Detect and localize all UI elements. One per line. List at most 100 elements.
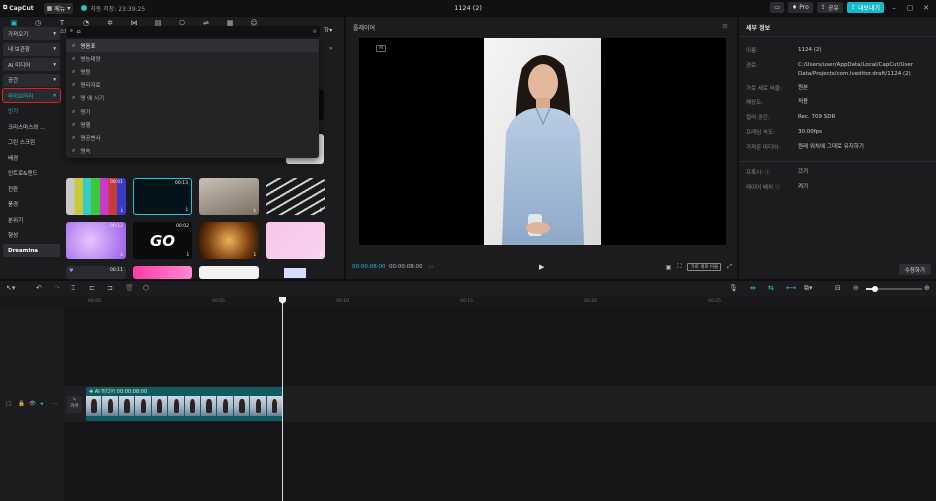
- side-nav-item[interactable]: Dreamina: [3, 244, 60, 257]
- zoom-slider[interactable]: [866, 286, 922, 292]
- redo-icon[interactable]: ↷: [54, 284, 60, 292]
- thumbnail-6[interactable]: 00:02 GO ⤓: [133, 222, 192, 259]
- maximize-icon[interactable]: ▢: [904, 4, 916, 12]
- layout-button[interactable]: ▭: [770, 2, 784, 13]
- download-icon[interactable]: ⤓: [186, 206, 188, 212]
- suggestion-item[interactable]: ⌕ 명 애 시기: [66, 92, 319, 105]
- zoom-in-icon[interactable]: ⊕: [924, 284, 930, 292]
- zoom-slider-handle[interactable]: [872, 286, 878, 292]
- side-nav-item[interactable]: 형성: [3, 229, 60, 242]
- undo-icon[interactable]: ↶: [36, 284, 42, 292]
- search-icon: ⌕: [72, 120, 76, 128]
- menu-button[interactable]: ▦ 메뉴 ▾: [43, 2, 74, 14]
- fit-timeline-icon[interactable]: ⊟: [835, 284, 841, 292]
- link-main-track-icon[interactable]: ⇹: [750, 284, 756, 292]
- side-nav-item[interactable]: 크리스마스와 ...: [3, 120, 60, 133]
- download-icon[interactable]: ⤓: [121, 251, 123, 257]
- marker-icon[interactable]: ⬡: [143, 284, 149, 292]
- linkage-icon[interactable]: ⟷: [786, 284, 796, 292]
- pro-button[interactable]: ♦ Pro: [787, 2, 813, 13]
- thumbnail-4[interactable]: ⤓: [266, 178, 325, 215]
- preview-axis-icon[interactable]: ⧉▾: [804, 284, 813, 293]
- thumbnail-5[interactable]: 00:12 ⤓: [66, 222, 126, 259]
- thumbnail-8[interactable]: ⤓: [266, 222, 325, 259]
- more-icon[interactable]: ⋯: [52, 401, 58, 407]
- edit-button[interactable]: 수정하기: [898, 264, 931, 275]
- side-nav-item[interactable]: 내 보관함 ▾: [3, 42, 60, 56]
- suggestion-item[interactable]: ⌕ 명공변사: [66, 131, 319, 144]
- suggestion-item[interactable]: ⌕ 명속: [66, 145, 319, 158]
- thumbnail-10[interactable]: [133, 266, 192, 279]
- delete-icon[interactable]: 🗑: [125, 284, 134, 292]
- thumbnail-3[interactable]: ⤓: [199, 178, 259, 215]
- download-icon[interactable]: ⤓: [254, 251, 256, 257]
- download-icon[interactable]: ⤓: [320, 207, 322, 213]
- zoom-out-icon[interactable]: ⊖: [853, 284, 859, 292]
- side-nav-item[interactable]: 그린 스크린: [3, 136, 60, 149]
- minimize-icon[interactable]: –: [888, 4, 900, 12]
- play-button[interactable]: ▶: [539, 263, 544, 271]
- detail-value[interactable]: 끄기: [798, 168, 918, 177]
- fullscreen-icon[interactable]: ⤢: [727, 263, 732, 271]
- playhead[interactable]: [282, 297, 283, 501]
- side-nav-item[interactable]: 전환: [3, 182, 60, 195]
- aspect-ratio-button[interactable]: 가로 세로 비율: [687, 263, 722, 271]
- close-icon[interactable]: ✕: [920, 4, 932, 12]
- download-icon[interactable]: ⤓: [320, 251, 322, 257]
- side-nav-item[interactable]: 분위기: [3, 213, 60, 226]
- player-menu-icon[interactable]: ≡: [722, 22, 728, 30]
- suggestion-item[interactable]: ⌕ 명원: [66, 65, 319, 78]
- detail-value: 1124 (2): [798, 47, 822, 53]
- split-left-icon[interactable]: ⊏: [89, 284, 95, 292]
- thumbnail-2[interactable]: 00:13 ⤓: [133, 178, 192, 215]
- suggestion-item[interactable]: ⌕ 명행: [66, 118, 319, 131]
- visibility-icon[interactable]: 👁: [29, 401, 36, 407]
- export-button[interactable]: ⇧ 내보내기: [846, 2, 884, 13]
- video-canvas[interactable]: AI: [359, 38, 726, 245]
- search-input[interactable]: ⌕ ㅁ ⊗: [66, 26, 320, 37]
- mic-icon[interactable]: 🎙: [729, 284, 738, 292]
- cover-button[interactable]: ✎ 커버: [67, 396, 82, 413]
- timeline-ruler[interactable]: 00:00 00:05 00:10 00:15 00:20 00:25: [0, 297, 936, 307]
- thumbnail-1[interactable]: 00:01 ⤓: [66, 178, 126, 215]
- clear-search-icon[interactable]: ⊗: [312, 29, 317, 35]
- expand-icon[interactable]: »: [329, 45, 333, 52]
- side-nav-item[interactable]: 인기: [3, 105, 60, 118]
- download-icon[interactable]: ⤓: [121, 207, 123, 213]
- thumbnail-7[interactable]: ⤓: [199, 222, 259, 259]
- suggestion-item[interactable]: ⌕ 명리자료: [66, 79, 319, 92]
- detail-path: 경로: C:/Users/user/AppData/Local/CapCut/Us…: [746, 61, 918, 79]
- detail-value[interactable]: 켜기: [798, 183, 918, 192]
- audio-icon[interactable]: ◂: [40, 401, 43, 407]
- split-icon[interactable]: ⌶: [71, 284, 75, 293]
- download-icon[interactable]: ⤓: [187, 251, 189, 257]
- side-nav-item[interactable]: 배경: [3, 151, 60, 164]
- suggestion-item[interactable]: ⌕ 명능태양: [66, 52, 319, 65]
- side-nav-item[interactable]: 공간 ▾: [3, 73, 60, 87]
- lock-icon[interactable]: 🔒: [18, 401, 25, 407]
- timeline-view-icon[interactable]: ▭: [428, 263, 434, 270]
- side-nav-item[interactable]: 라이브러리 ▾: [2, 88, 61, 103]
- suggestion-item[interactable]: ⌕ 명음표: [66, 39, 319, 53]
- download-icon[interactable]: ⤓: [254, 207, 256, 213]
- select-tool-icon[interactable]: ↖▾: [6, 284, 15, 292]
- magnet-icon[interactable]: ⇆: [768, 284, 774, 292]
- thumbnail-9[interactable]: ♥ 00:11: [66, 266, 126, 279]
- suggestion-item[interactable]: ⌕ 명기: [66, 105, 319, 118]
- track-lock-icon[interactable]: ▢: [6, 401, 11, 407]
- chevron-down-icon: ▾: [53, 61, 56, 68]
- filter-button[interactable]: Tr▾: [324, 27, 332, 34]
- detail-proxy: 프록시: ⓘ 끄기: [746, 168, 918, 177]
- fit-icon[interactable]: ⛶: [677, 263, 681, 271]
- side-nav-item[interactable]: 가져오기 ▾: [3, 27, 60, 40]
- thumbnail-11[interactable]: [199, 266, 259, 279]
- screenshot-icon[interactable]: ▣: [666, 264, 672, 271]
- side-nav-item[interactable]: 풍경: [3, 198, 60, 211]
- chevron-down-icon: ▾: [53, 30, 56, 37]
- video-clip[interactable]: ✥ AI 미디어 00:00:08:00: [86, 387, 283, 421]
- split-right-icon[interactable]: ⊐: [107, 284, 113, 292]
- thumbnail-12[interactable]: [266, 266, 325, 279]
- side-nav-item[interactable]: 인트로&엔드: [3, 167, 60, 180]
- share-button[interactable]: ⇪ 공유: [816, 2, 843, 13]
- side-nav-item[interactable]: AI 미디어 ▾: [3, 58, 60, 71]
